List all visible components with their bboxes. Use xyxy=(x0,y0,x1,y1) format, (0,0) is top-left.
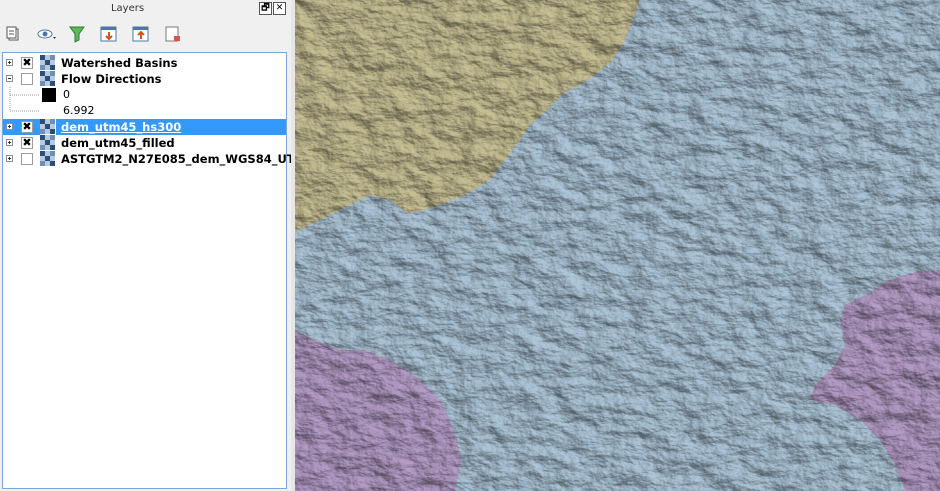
legend-min-row: 0 xyxy=(3,87,286,103)
layer-row-dem-utm45-filled[interactable]: ✖ dem_utm45_filled xyxy=(3,135,286,151)
layer-visibility-checkbox[interactable]: ✖ xyxy=(21,121,33,133)
layer-row-watershed-basins[interactable]: ✖ Watershed Basins xyxy=(3,55,286,71)
layers-panel: Layers 🗗 ✕ ✖ Watershed Basins Flow Direc… xyxy=(0,0,306,491)
layer-row-dem-utm45-hs300[interactable]: ✖ dem_utm45_hs300 xyxy=(3,119,286,135)
layer-visibility-checkbox[interactable] xyxy=(21,153,33,165)
layer-visibility-checkbox[interactable]: ✖ xyxy=(21,57,33,69)
legend-max-row: 6.992 xyxy=(3,103,286,119)
legend-max-value: 6.992 xyxy=(63,104,95,117)
expand-icon[interactable] xyxy=(6,59,13,66)
layers-toolbar xyxy=(0,20,291,48)
raster-layer-icon xyxy=(40,135,56,151)
map-canvas[interactable] xyxy=(295,0,940,491)
close-panel-button[interactable]: ✕ xyxy=(273,2,286,15)
float-panel-button[interactable]: 🗗 xyxy=(259,2,272,15)
layer-row-flow-directions[interactable]: Flow Directions xyxy=(3,71,286,87)
layer-label: dem_utm45_hs300 xyxy=(61,120,182,134)
map-layers xyxy=(295,0,940,491)
legend-min-value: 0 xyxy=(63,88,70,101)
remove-layer-icon[interactable] xyxy=(163,24,183,44)
collapse-icon[interactable] xyxy=(6,75,13,82)
visibility-icon[interactable] xyxy=(36,24,60,44)
layer-visibility-checkbox[interactable]: ✖ xyxy=(21,137,33,149)
raster-layer-icon xyxy=(40,71,56,87)
filter-icon[interactable] xyxy=(67,24,87,44)
expand-all-icon[interactable] xyxy=(99,24,119,44)
expand-icon[interactable] xyxy=(6,155,13,162)
layer-label: Flow Directions xyxy=(61,72,162,86)
expand-icon[interactable] xyxy=(6,123,13,130)
hillshade-overlay xyxy=(295,0,940,491)
collapse-all-icon[interactable] xyxy=(131,24,151,44)
raster-layer-icon xyxy=(40,119,56,135)
layer-label: Watershed Basins xyxy=(61,56,178,70)
layer-tree: ✖ Watershed Basins Flow Directions 0 6.9… xyxy=(2,52,306,489)
expand-icon[interactable] xyxy=(6,139,13,146)
layer-label: ASTGTM2_N27E085_dem_WGS84_UT... xyxy=(61,152,307,166)
add-group-icon[interactable] xyxy=(4,24,24,44)
raster-layer-icon xyxy=(40,55,56,71)
panel-title: Layers xyxy=(110,3,145,14)
layer-visibility-checkbox[interactable] xyxy=(21,73,33,85)
layer-label: dem_utm45_filled xyxy=(61,136,175,150)
panel-titlebar: Layers 🗗 ✕ xyxy=(0,0,291,20)
raster-layer-icon xyxy=(40,151,56,167)
layer-row-astgtm2[interactable]: ASTGTM2_N27E085_dem_WGS84_UT... xyxy=(3,151,306,167)
